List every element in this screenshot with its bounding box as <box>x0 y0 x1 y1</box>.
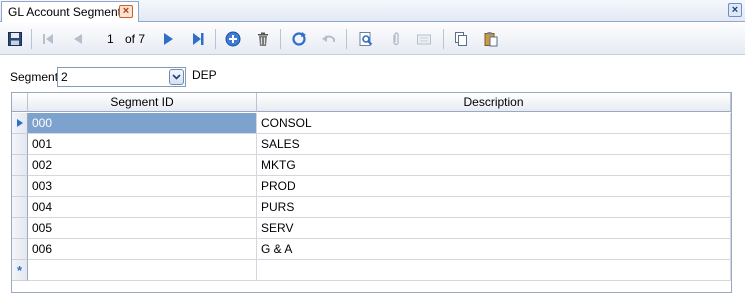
cell-description[interactable]: CONSOL <box>257 113 731 134</box>
row-header <box>12 197 28 218</box>
row-header <box>12 155 28 176</box>
record-position: 1 <box>107 32 114 46</box>
window-close-icon[interactable]: × <box>728 3 742 17</box>
row-header <box>12 239 28 260</box>
find-icon[interactable] <box>355 28 377 50</box>
cell-description[interactable]: SALES <box>257 134 731 155</box>
paste-icon[interactable] <box>480 28 502 50</box>
cell-description[interactable]: MKTG <box>257 155 731 176</box>
last-record-icon[interactable] <box>187 28 209 50</box>
tab-close-icon[interactable]: × <box>119 5 133 18</box>
toolbar: 1 of 7 <box>0 23 745 55</box>
table-row[interactable]: 005 SERV <box>12 218 731 239</box>
cell-segment-id[interactable]: 006 <box>28 239 257 260</box>
segment-description: DEP <box>192 68 217 82</box>
row-header <box>12 134 28 155</box>
cell-segment-id[interactable]: 004 <box>28 197 257 218</box>
cell-description[interactable]: SERV <box>257 218 731 239</box>
attachment-icon[interactable] <box>385 28 407 50</box>
cell-segment-id[interactable]: 001 <box>28 134 257 155</box>
segment-value: 2 <box>61 70 68 84</box>
new-cell-segment-id[interactable] <box>28 260 257 281</box>
table-row[interactable]: 001 SALES <box>12 134 731 155</box>
previous-record-icon[interactable] <box>67 28 89 50</box>
new-row-asterisk-icon: * <box>12 260 28 281</box>
new-cell-description[interactable] <box>257 260 731 281</box>
cell-description[interactable]: G & A <box>257 239 731 260</box>
cell-description[interactable]: PROD <box>257 176 731 197</box>
undo-icon[interactable] <box>318 28 340 50</box>
first-record-icon[interactable] <box>37 28 59 50</box>
copy-icon[interactable] <box>450 28 472 50</box>
delete-record-icon[interactable] <box>252 28 274 50</box>
column-header-segment-id[interactable]: Segment ID <box>28 93 257 112</box>
cell-segment-id[interactable]: 000 <box>28 113 257 134</box>
new-row[interactable]: * <box>12 260 731 281</box>
segment-label: Segment <box>10 70 59 84</box>
next-record-icon[interactable] <box>157 28 179 50</box>
segment-select[interactable]: 2 <box>57 67 186 87</box>
add-record-icon[interactable] <box>222 28 244 50</box>
cell-segment-id[interactable]: 005 <box>28 218 257 239</box>
table-row[interactable]: 003 PROD <box>12 176 731 197</box>
save-icon[interactable] <box>4 28 26 50</box>
cell-segment-id[interactable]: 003 <box>28 176 257 197</box>
tab-title: GL Account Segments <box>8 5 127 19</box>
table-row[interactable]: 006 G & A <box>12 239 731 260</box>
chevron-down-icon[interactable] <box>169 69 184 85</box>
record-total: of 7 <box>125 32 146 46</box>
notes-icon[interactable] <box>413 28 435 50</box>
cell-description[interactable]: PURS <box>257 197 731 218</box>
tab-gl-account-segments[interactable]: GL Account Segments × <box>1 1 139 22</box>
row-header <box>12 218 28 239</box>
table-row[interactable]: 000 CONSOL <box>12 113 731 134</box>
tab-strip: GL Account Segments × × <box>0 0 745 22</box>
current-row-indicator-icon <box>12 113 28 134</box>
refresh-icon[interactable] <box>288 28 310 50</box>
column-header-description[interactable]: Description <box>257 93 731 112</box>
grid-corner <box>12 93 28 112</box>
table-row[interactable]: 002 MKTG <box>12 155 731 176</box>
row-header <box>12 176 28 197</box>
table-row[interactable]: 004 PURS <box>12 197 731 218</box>
segments-grid: Segment ID Description 000 CONSOL 001 SA… <box>11 92 732 293</box>
cell-segment-id[interactable]: 002 <box>28 155 257 176</box>
